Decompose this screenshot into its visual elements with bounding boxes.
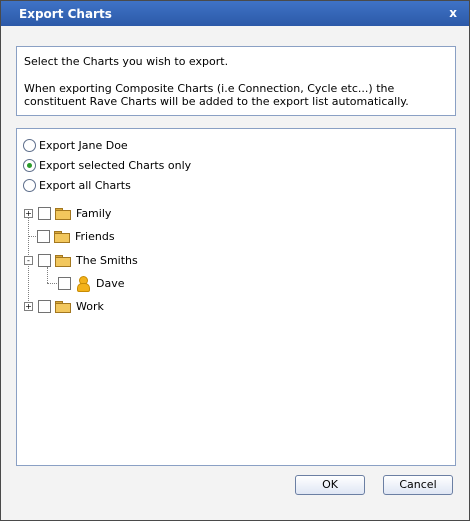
- export-charts-dialog: Export Charts x Select the Charts you wi…: [0, 0, 470, 521]
- info-text-line-1: Select the Charts you wish to export.: [24, 55, 229, 68]
- info-panel: Select the Charts you wish to export. Wh…: [16, 46, 456, 116]
- expand-icon[interactable]: +: [24, 301, 33, 311]
- tree-item-label: Friends: [75, 229, 115, 243]
- tree-item-label: The Smiths: [76, 253, 138, 267]
- tree-connector: [47, 267, 48, 283]
- radio-export-selected[interactable]: Export selected Charts only: [23, 157, 191, 173]
- tree-connector: [47, 283, 57, 284]
- title-bar: Export Charts x: [1, 1, 469, 26]
- radio-label-export-all: Export all Charts: [39, 178, 131, 192]
- radio-export-jane-doe[interactable]: Export Jane Doe: [23, 137, 128, 153]
- tree-item-work[interactable]: + Work: [24, 297, 104, 315]
- tree-item-checkbox[interactable]: [38, 206, 51, 220]
- folder-icon: [55, 300, 71, 313]
- folder-icon: [54, 230, 70, 243]
- tree-item-checkbox[interactable]: [37, 229, 50, 243]
- radio-label-export-jane-doe: Export Jane Doe: [39, 138, 128, 152]
- radio-button-selected[interactable]: [23, 158, 36, 172]
- tree-item-family[interactable]: + Family: [24, 204, 111, 222]
- radio-label-export-selected: Export selected Charts only: [39, 158, 192, 172]
- tree-item-checkbox[interactable]: [38, 299, 51, 313]
- dialog-title: Export Charts: [19, 7, 112, 21]
- tree-item-dave[interactable]: Dave: [58, 274, 125, 292]
- chart-selection-panel: Export Jane Doe Export selected Charts o…: [16, 128, 456, 466]
- ok-button[interactable]: OK: [295, 475, 365, 495]
- collapse-icon[interactable]: -: [24, 255, 33, 265]
- radio-export-all[interactable]: Export all Charts: [23, 177, 131, 193]
- tree-item-friends[interactable]: Friends: [37, 227, 115, 245]
- tree-item-label: Dave: [96, 276, 125, 290]
- expand-icon[interactable]: +: [24, 208, 33, 218]
- info-text-line-2: When exporting Composite Charts (i.e Con…: [24, 82, 395, 95]
- tree-item-checkbox[interactable]: [58, 276, 71, 290]
- tree-item-checkbox[interactable]: [38, 253, 51, 267]
- tree-item-label: Family: [76, 206, 112, 220]
- close-button[interactable]: x: [449, 6, 457, 20]
- tree-item-label: Work: [76, 299, 104, 313]
- cancel-button[interactable]: Cancel: [383, 475, 453, 495]
- folder-icon: [55, 254, 71, 267]
- radio-button[interactable]: [23, 178, 36, 192]
- person-icon: [75, 275, 90, 292]
- tree-item-the-smiths[interactable]: - The Smiths: [24, 251, 138, 269]
- info-text-line-3: constituent Rave Charts will be added to…: [24, 95, 409, 108]
- folder-icon: [55, 207, 71, 220]
- radio-button[interactable]: [23, 138, 36, 152]
